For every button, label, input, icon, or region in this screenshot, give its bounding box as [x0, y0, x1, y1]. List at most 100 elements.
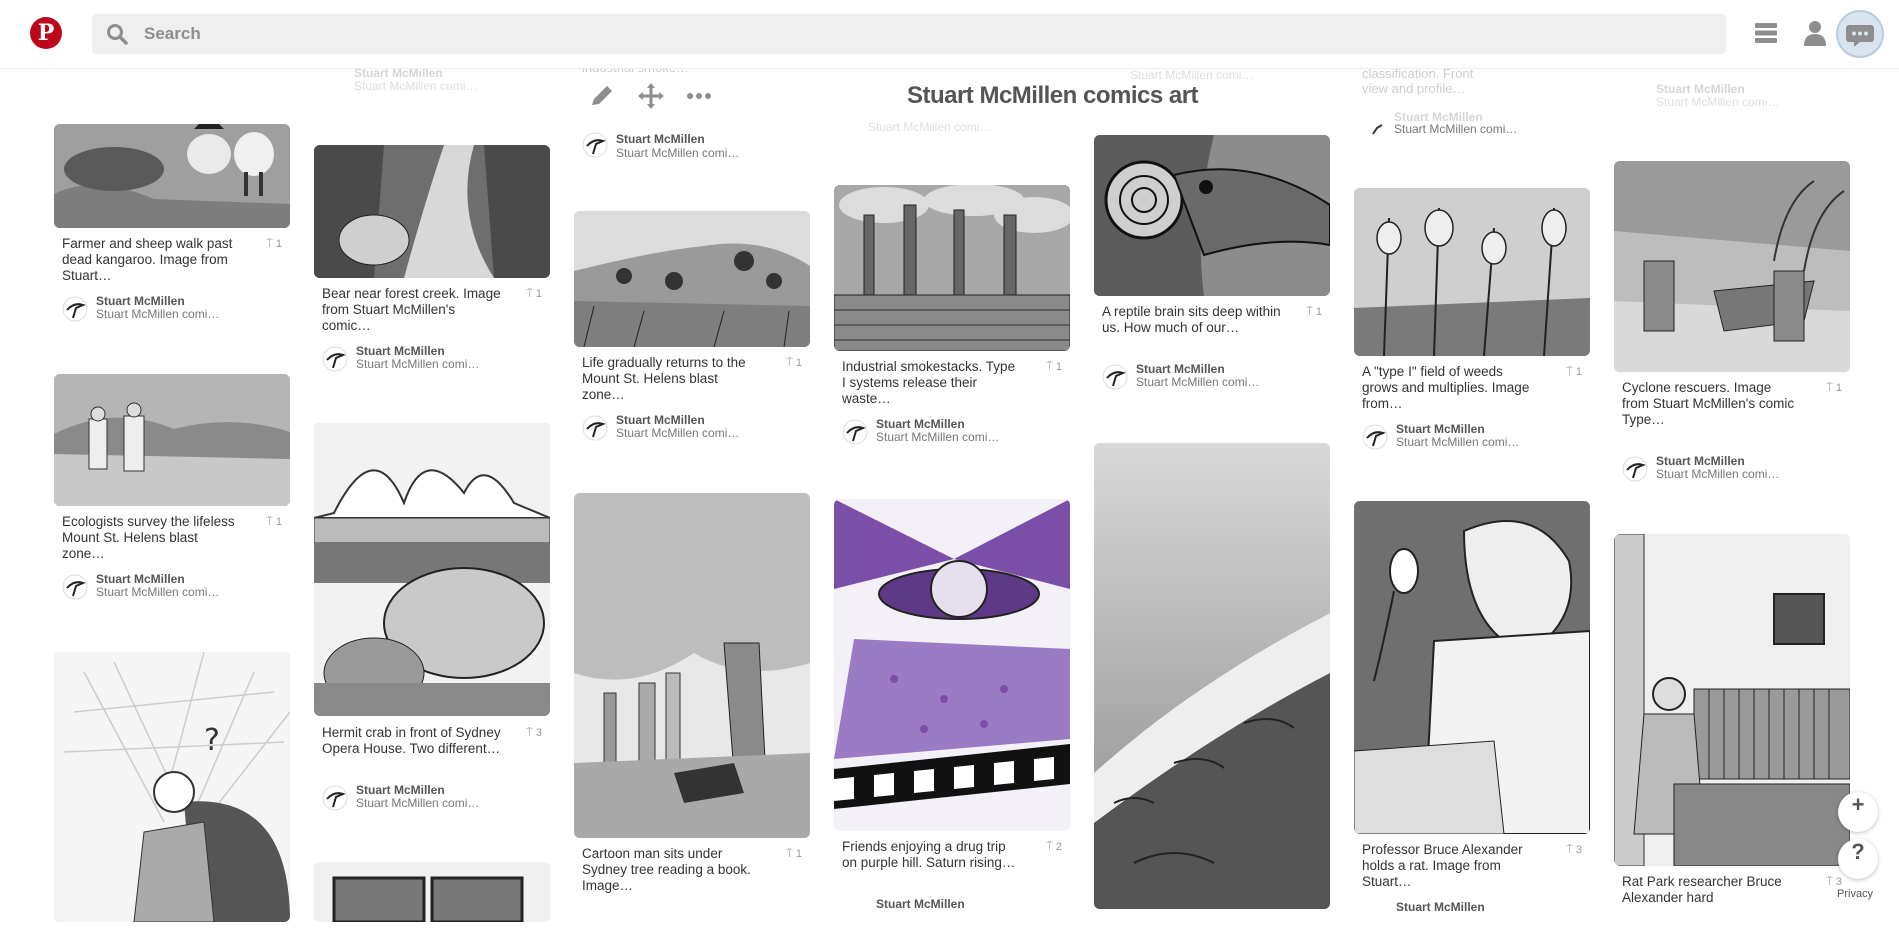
add-pin-button[interactable]: +	[1838, 792, 1878, 832]
board-name: Stuart McMillen comi…	[1396, 435, 1520, 449]
faded-board: Stuart McMillen comi…	[868, 120, 992, 134]
avatar-icon	[1362, 424, 1388, 450]
pin-image[interactable]	[1094, 443, 1330, 909]
pin-user[interactable]: Stuart McMillen Stuart McMillen comi…	[1622, 454, 1842, 484]
pin-icon: ⍑	[266, 238, 273, 250]
move-icon[interactable]	[636, 82, 666, 110]
pin-image[interactable]	[1354, 501, 1590, 834]
pin-user[interactable]: Stuart McMillen Stuart McMillen comi…	[322, 783, 542, 813]
privacy-link[interactable]: Privacy	[1834, 887, 1877, 901]
pin-user[interactable]: Stuart McMillen Stuart McMillen comi…	[1362, 422, 1582, 452]
pin-image[interactable]	[54, 124, 290, 228]
pin-card[interactable]: Life gradually returns to the Mount St. …	[574, 211, 810, 441]
search-icon	[107, 24, 128, 45]
pin-description: Cartoon man sits under Sydney tree readi…	[582, 846, 751, 893]
pin-icon: ⍑	[526, 727, 533, 739]
pin-card[interactable]	[1094, 443, 1330, 909]
pin-card[interactable]: Ecologists survey the lifeless Mount St.…	[54, 374, 290, 600]
repin-count: ⍑ 3	[526, 727, 542, 739]
pin-description: A "type I" field of weeds grows and mult…	[1362, 364, 1530, 411]
pin-description: Cyclone rescuers. Image from Stuart McMi…	[1622, 380, 1795, 427]
pin-card[interactable]: Hermit crab in front of Sydney Opera Hou…	[314, 423, 550, 811]
pin-image[interactable]	[314, 423, 550, 716]
pin-user[interactable]: Stuart McMillen Stuart McMillen comi…	[842, 417, 1062, 447]
repin-count: ⍑ 1	[1826, 382, 1842, 394]
pin-card[interactable]: Cyclone rescuers. Image from Stuart McMi…	[1614, 161, 1850, 482]
pin-icon: ⍑	[1306, 306, 1313, 318]
pin-image[interactable]	[54, 374, 290, 506]
pin-image[interactable]	[1614, 534, 1850, 866]
pin-image[interactable]	[834, 499, 1070, 831]
pin-card[interactable]: ?	[54, 652, 290, 922]
pin-card[interactable]: Cartoon man sits under Sydney tree readi…	[574, 493, 810, 893]
chat-button[interactable]	[1836, 10, 1884, 58]
pin-card[interactable]: A "type I" field of weeds grows and mult…	[1354, 188, 1590, 450]
board-name: Stuart McMillen comi…	[356, 796, 480, 810]
pin-user[interactable]: Stuart McMillen Stuart McMillen comi…	[62, 294, 282, 324]
edit-icon[interactable]	[587, 82, 617, 110]
pin-user[interactable]: Stuart McMillen	[1362, 900, 1582, 930]
repin-count: ⍑ 1	[1566, 366, 1582, 378]
pin-card[interactable]: Industrial smokestacks. Type I systems r…	[834, 185, 1070, 445]
pin-image[interactable]	[314, 862, 550, 922]
help-button[interactable]: ?	[1838, 839, 1878, 879]
pin-card[interactable]: Rat Park researcher Bruce Alexander hard…	[1614, 534, 1850, 905]
pin-image[interactable]	[1614, 161, 1850, 372]
pin-image[interactable]: ?	[54, 652, 290, 922]
avatar-icon	[1622, 456, 1648, 482]
pin-icon: ⍑	[1826, 382, 1833, 394]
pin-user[interactable]: Stuart McMillen Stuart McMillen comi…	[322, 344, 542, 374]
pin-description: Ecologists survey the lifeless Mount St.…	[62, 514, 235, 561]
board-title: Stuart McMillen comics art	[906, 82, 1199, 109]
avatar-icon	[842, 419, 868, 445]
menu-icon[interactable]	[1751, 18, 1781, 48]
pin-image[interactable]	[1094, 135, 1330, 296]
user-name: Stuart McMillen	[876, 417, 965, 431]
user-name: Stuart McMillen	[1396, 422, 1485, 436]
pin-image[interactable]	[314, 145, 550, 278]
repin-count: ⍑ 1	[266, 516, 282, 528]
profile-icon[interactable]	[1800, 18, 1830, 48]
repin-count: ⍑ 1	[786, 848, 802, 860]
avatar-icon	[1102, 364, 1128, 390]
pin-user[interactable]: Stuart McMillen	[842, 897, 1062, 927]
pin-card[interactable]	[314, 862, 550, 922]
pin-image[interactable]	[1354, 188, 1590, 356]
pin-description: Hermit crab in front of Sydney Opera Hou…	[322, 725, 501, 756]
pin-icon: ⍑	[1826, 876, 1833, 888]
board-name: Stuart McMillen comi…	[356, 357, 480, 371]
pin-card[interactable]: Bear near forest creek. Image from Stuar…	[314, 145, 550, 372]
search-bar[interactable]	[92, 14, 1726, 54]
pin-card[interactable]: Farmer and sheep walk past dead kangaroo…	[54, 124, 290, 322]
pin-card[interactable]: Professor Bruce Alexander holds a rat. I…	[1354, 501, 1590, 914]
board-name: Stuart McMillen comi…	[96, 307, 220, 321]
user-name: Stuart McMillen	[356, 344, 445, 358]
pin-image[interactable]	[574, 211, 810, 347]
faded-board: Stuart McMillen comi…	[1394, 122, 1518, 136]
pin-description: A reptile brain sits deep within us. How…	[1102, 304, 1281, 335]
user-name: Stuart McMillen	[356, 783, 445, 797]
pin-icon: ⍑	[526, 288, 533, 300]
pinterest-logo-icon[interactable]: P	[30, 17, 62, 49]
pin-description: Industrial smokestacks. Type I systems r…	[842, 359, 1016, 406]
top-bar: P	[0, 0, 1899, 69]
pin-image[interactable]	[574, 493, 810, 838]
pin-image[interactable]	[834, 185, 1070, 351]
user-name: Stuart McMillen	[616, 413, 705, 427]
more-icon[interactable]	[684, 82, 714, 110]
user-name: Stuart McMillen	[1136, 362, 1225, 376]
pin-description: Life gradually returns to the Mount St. …	[582, 355, 746, 402]
pin-icon	[1372, 124, 1383, 135]
pin-user[interactable]: Stuart McMillen Stuart McMillen comi…	[1102, 362, 1322, 392]
board-name: Stuart McMillen comi…	[876, 430, 1000, 444]
pin-user[interactable]: Stuart McMillen Stuart McMillen comi…	[582, 130, 802, 160]
pin-user[interactable]: Stuart McMillen Stuart McMillen comi…	[62, 572, 282, 602]
board-name: Stuart McMillen comi…	[616, 146, 740, 160]
pin-user[interactable]: Stuart McMillen Stuart McMillen comi…	[582, 413, 802, 443]
search-input[interactable]	[144, 14, 1704, 54]
avatar-icon	[322, 785, 348, 811]
avatar-icon	[62, 574, 88, 600]
board-name: Stuart McMillen comi…	[1136, 375, 1260, 389]
pin-card[interactable]: Friends enjoying a drug trip on purple h…	[834, 499, 1070, 911]
pin-card[interactable]: A reptile brain sits deep within us. How…	[1094, 135, 1330, 390]
